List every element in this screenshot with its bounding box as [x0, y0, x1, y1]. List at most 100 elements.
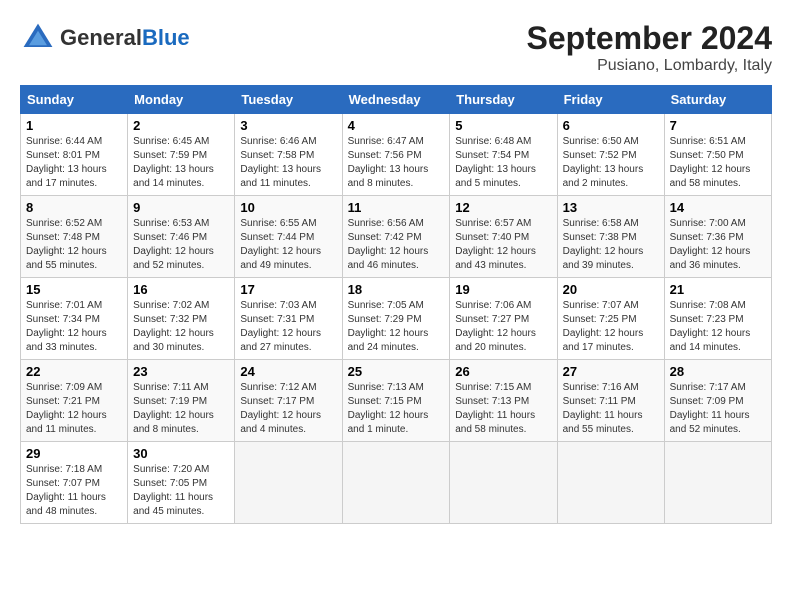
- day-cell: 28 Sunrise: 7:17 AM Sunset: 7:09 PM Dayli…: [664, 360, 771, 442]
- day-number: 23: [133, 364, 229, 379]
- header-monday: Monday: [128, 86, 235, 114]
- day-cell: 17Sunrise: 7:03 AM Sunset: 7:31 PM Dayli…: [235, 278, 342, 360]
- day-cell: 9 Sunrise: 6:53 AM Sunset: 7:46 PM Daylig…: [128, 196, 235, 278]
- day-info: Sunrise: 6:56 AM Sunset: 7:42 PM Dayligh…: [348, 217, 445, 273]
- day-info: Sunrise: 7:15 AM Sunset: 7:13 PM Dayligh…: [455, 381, 551, 437]
- header-tuesday: Tuesday: [235, 86, 342, 114]
- logo-text: GeneralBlue: [60, 25, 190, 51]
- header-wednesday: Wednesday: [342, 86, 450, 114]
- day-info: Sunrise: 6:45 AM Sunset: 7:59 PM Dayligh…: [133, 135, 229, 191]
- day-number: 4: [348, 118, 445, 133]
- day-cell: 12 Sunrise: 6:57 AM Sunset: 7:40 PM Dayli…: [450, 196, 557, 278]
- day-cell: 11 Sunrise: 6:56 AM Sunset: 7:42 PM Dayli…: [342, 196, 450, 278]
- day-info: Sunrise: 6:48 AM Sunset: 7:54 PM Dayligh…: [455, 135, 551, 191]
- day-cell: 29Sunrise: 7:18 AM Sunset: 7:07 PM Dayli…: [21, 442, 128, 524]
- day-number: 29: [26, 446, 122, 461]
- calendar-table: SundayMondayTuesdayWednesdayThursdayFrid…: [20, 85, 772, 524]
- day-number: 28: [670, 364, 766, 379]
- week-row-5: 29Sunrise: 7:18 AM Sunset: 7:07 PM Dayli…: [21, 442, 772, 524]
- day-number: 25: [348, 364, 445, 379]
- day-info: Sunrise: 6:51 AM Sunset: 7:50 PM Dayligh…: [670, 135, 766, 191]
- day-number: 11: [348, 200, 445, 215]
- header-sunday: Sunday: [21, 86, 128, 114]
- day-number: 12: [455, 200, 551, 215]
- day-cell: 30 Sunrise: 7:20 AM Sunset: 7:05 PM Dayli…: [128, 442, 235, 524]
- day-cell: 21 Sunrise: 7:08 AM Sunset: 7:23 PM Dayli…: [664, 278, 771, 360]
- day-info: Sunrise: 7:12 AM Sunset: 7:17 PM Dayligh…: [240, 381, 336, 437]
- day-cell: 23 Sunrise: 7:11 AM Sunset: 7:19 PM Dayli…: [128, 360, 235, 442]
- day-info: Sunrise: 7:00 AM Sunset: 7:36 PM Dayligh…: [670, 217, 766, 273]
- day-info: Sunrise: 6:57 AM Sunset: 7:40 PM Dayligh…: [455, 217, 551, 273]
- week-row-1: 1 Sunrise: 6:44 AM Sunset: 8:01 PM Daylig…: [21, 114, 772, 196]
- day-cell: 7 Sunrise: 6:51 AM Sunset: 7:50 PM Daylig…: [664, 114, 771, 196]
- day-cell: [450, 442, 557, 524]
- page-header: GeneralBlue September 2024 Pusiano, Lomb…: [20, 20, 772, 75]
- day-cell: 26 Sunrise: 7:15 AM Sunset: 7:13 PM Dayli…: [450, 360, 557, 442]
- day-cell: 5 Sunrise: 6:48 AM Sunset: 7:54 PM Daylig…: [450, 114, 557, 196]
- day-info: Sunrise: 7:13 AM Sunset: 7:15 PM Dayligh…: [348, 381, 445, 437]
- day-number: 20: [563, 282, 659, 297]
- day-cell: 10 Sunrise: 6:55 AM Sunset: 7:44 PM Dayli…: [235, 196, 342, 278]
- day-cell: [342, 442, 450, 524]
- day-number: 24: [240, 364, 336, 379]
- day-cell: 8 Sunrise: 6:52 AM Sunset: 7:48 PM Daylig…: [21, 196, 128, 278]
- day-info: Sunrise: 6:53 AM Sunset: 7:46 PM Dayligh…: [133, 217, 229, 273]
- day-cell: 16 Sunrise: 7:02 AM Sunset: 7:32 PM Dayli…: [128, 278, 235, 360]
- day-info: Sunrise: 7:16 AM Sunset: 7:11 PM Dayligh…: [563, 381, 659, 437]
- day-number: 9: [133, 200, 229, 215]
- header-friday: Friday: [557, 86, 664, 114]
- day-cell: 22 Sunrise: 7:09 AM Sunset: 7:21 PM Dayli…: [21, 360, 128, 442]
- day-number: 5: [455, 118, 551, 133]
- day-number: 22: [26, 364, 122, 379]
- day-cell: 25 Sunrise: 7:13 AM Sunset: 7:15 PM Dayli…: [342, 360, 450, 442]
- day-info: Sunrise: 7:05 AM Sunset: 7:29 PM Dayligh…: [348, 299, 445, 355]
- day-number: 6: [563, 118, 659, 133]
- day-info: Sunrise: 7:07 AM Sunset: 7:25 PM Dayligh…: [563, 299, 659, 355]
- header-thursday: Thursday: [450, 86, 557, 114]
- day-cell: 24 Sunrise: 7:12 AM Sunset: 7:17 PM Dayli…: [235, 360, 342, 442]
- day-cell: 18 Sunrise: 7:05 AM Sunset: 7:29 PM Dayli…: [342, 278, 450, 360]
- day-info: Sunrise: 6:55 AM Sunset: 7:44 PM Dayligh…: [240, 217, 336, 273]
- day-number: 13: [563, 200, 659, 215]
- day-number: 26: [455, 364, 551, 379]
- day-cell: [235, 442, 342, 524]
- day-info: Sunrise: 6:52 AM Sunset: 7:48 PM Dayligh…: [26, 217, 122, 273]
- day-number: 10: [240, 200, 336, 215]
- day-info: Sunrise: 6:58 AM Sunset: 7:38 PM Dayligh…: [563, 217, 659, 273]
- day-info: Sunrise: 7:03 AM Sunset: 7:31 PM Dayligh…: [240, 299, 336, 355]
- day-number: 1: [26, 118, 122, 133]
- day-cell: 1 Sunrise: 6:44 AM Sunset: 8:01 PM Daylig…: [21, 114, 128, 196]
- day-info: Sunrise: 7:09 AM Sunset: 7:21 PM Dayligh…: [26, 381, 122, 437]
- day-info: Sunrise: 7:17 AM Sunset: 7:09 PM Dayligh…: [670, 381, 766, 437]
- day-cell: 19Sunrise: 7:06 AM Sunset: 7:27 PM Dayli…: [450, 278, 557, 360]
- day-number: 30: [133, 446, 229, 461]
- day-cell: 4 Sunrise: 6:47 AM Sunset: 7:56 PM Daylig…: [342, 114, 450, 196]
- month-title: September 2024: [527, 20, 772, 57]
- day-number: 3: [240, 118, 336, 133]
- day-number: 18: [348, 282, 445, 297]
- day-cell: [664, 442, 771, 524]
- day-cell: 13 Sunrise: 6:58 AM Sunset: 7:38 PM Dayli…: [557, 196, 664, 278]
- day-number: 15: [26, 282, 122, 297]
- day-cell: 15Sunrise: 7:01 AM Sunset: 7:34 PM Dayli…: [21, 278, 128, 360]
- week-row-2: 8 Sunrise: 6:52 AM Sunset: 7:48 PM Daylig…: [21, 196, 772, 278]
- day-cell: [557, 442, 664, 524]
- day-cell: 3 Sunrise: 6:46 AM Sunset: 7:58 PM Daylig…: [235, 114, 342, 196]
- day-number: 21: [670, 282, 766, 297]
- day-info: Sunrise: 6:47 AM Sunset: 7:56 PM Dayligh…: [348, 135, 445, 191]
- day-number: 16: [133, 282, 229, 297]
- day-info: Sunrise: 7:06 AM Sunset: 7:27 PM Dayligh…: [455, 299, 551, 355]
- day-number: 7: [670, 118, 766, 133]
- day-info: Sunrise: 7:02 AM Sunset: 7:32 PM Dayligh…: [133, 299, 229, 355]
- week-row-4: 22 Sunrise: 7:09 AM Sunset: 7:21 PM Dayli…: [21, 360, 772, 442]
- day-info: Sunrise: 6:46 AM Sunset: 7:58 PM Dayligh…: [240, 135, 336, 191]
- day-cell: 27Sunrise: 7:16 AM Sunset: 7:11 PM Dayli…: [557, 360, 664, 442]
- week-row-3: 15Sunrise: 7:01 AM Sunset: 7:34 PM Dayli…: [21, 278, 772, 360]
- day-info: Sunrise: 7:08 AM Sunset: 7:23 PM Dayligh…: [670, 299, 766, 355]
- logo-icon: [20, 20, 56, 56]
- day-info: Sunrise: 6:44 AM Sunset: 8:01 PM Dayligh…: [26, 135, 122, 191]
- day-info: Sunrise: 7:20 AM Sunset: 7:05 PM Dayligh…: [133, 463, 229, 519]
- day-info: Sunrise: 7:11 AM Sunset: 7:19 PM Dayligh…: [133, 381, 229, 437]
- day-number: 8: [26, 200, 122, 215]
- logo: GeneralBlue: [20, 20, 190, 56]
